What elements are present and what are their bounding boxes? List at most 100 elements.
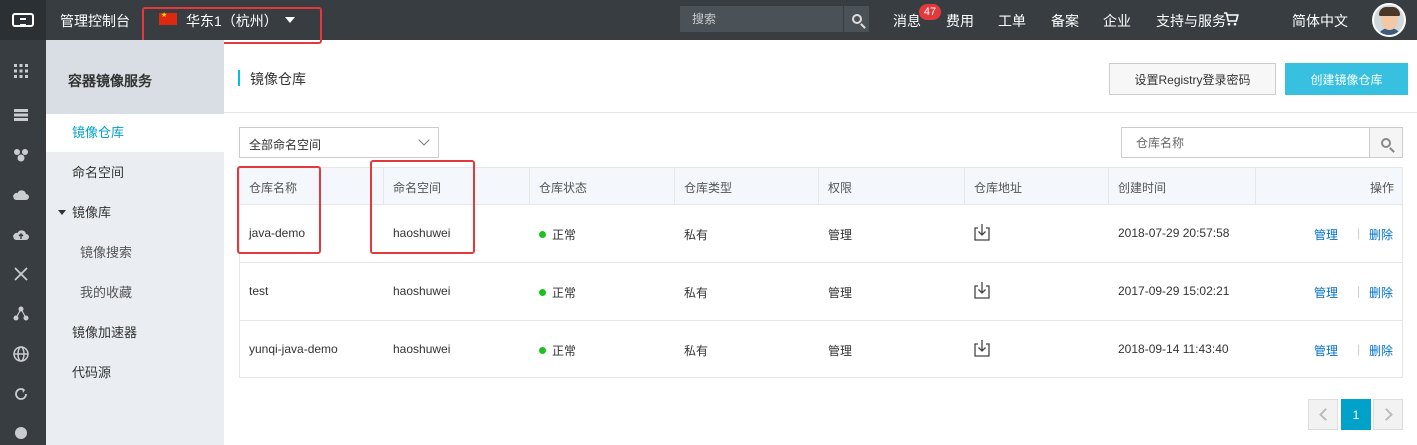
nav-support[interactable]: 支持与服务: [1156, 11, 1226, 31]
cloud-upload-icon[interactable]: [12, 226, 30, 244]
logo-icon: [12, 13, 34, 27]
network-icon[interactable]: [12, 265, 30, 283]
create-repository-button[interactable]: 创建镜像仓库: [1285, 63, 1408, 95]
server-icon[interactable]: [12, 106, 30, 124]
status-text: 正常: [552, 286, 577, 300]
cart-icon[interactable]: [1223, 11, 1239, 27]
messages-badge: 47: [919, 4, 941, 20]
download-icon[interactable]: [973, 280, 991, 300]
header-divider: [224, 112, 1417, 113]
column-divider: [674, 168, 675, 205]
delete-link[interactable]: 删除: [1369, 342, 1393, 359]
delete-link[interactable]: 删除: [1369, 226, 1393, 243]
globe-icon[interactable]: [12, 345, 30, 363]
column-divider: [529, 168, 530, 205]
download-icon[interactable]: [973, 338, 991, 358]
search-icon: [1381, 137, 1391, 148]
sidebar-item-favorites[interactable]: 我的收藏: [46, 274, 224, 312]
sidebar-item-accelerator[interactable]: 镜像加速器: [46, 314, 224, 352]
repo-created-time: 2018-09-14 11:43:40: [1118, 342, 1229, 356]
nav-icp[interactable]: 备案: [1051, 11, 1079, 31]
repo-type: 私有: [684, 286, 709, 300]
global-search-button[interactable]: [843, 6, 869, 32]
sidebar-item-image-library[interactable]: 镜像库: [46, 194, 224, 232]
repo-permission: 管理: [828, 344, 853, 358]
nav-language[interactable]: 简体中文: [1292, 11, 1348, 31]
sidebar-item-repositories[interactable]: 镜像仓库: [46, 114, 224, 152]
download-icon[interactable]: [973, 222, 991, 242]
manage-link[interactable]: 管理: [1314, 284, 1338, 301]
repo-namespace: haoshuwei: [393, 342, 451, 356]
column-divider: [1255, 168, 1256, 205]
page-title: 镜像仓库: [250, 71, 306, 87]
global-search: [680, 6, 869, 32]
status-ok-icon: [539, 347, 546, 355]
nodes-icon[interactable]: [12, 305, 30, 323]
column-divider: [818, 168, 819, 205]
table-row: yunqi-java-demo haoshuwei 正常 私有 管理 2018-…: [240, 321, 1402, 379]
aliyun-logo[interactable]: [0, 0, 46, 40]
repo-name[interactable]: yunqi-java-demo: [249, 342, 338, 356]
top-bar: 管理控制台 华东1（杭州） 消息 47 费用 工单 备案 企业 支持与服务 简体…: [0, 0, 1417, 44]
sidebar-header: 容器镜像服务: [46, 40, 224, 114]
repo-namespace: haoshuwei: [393, 284, 451, 298]
product-icon-rail: [0, 40, 46, 445]
manage-link[interactable]: 管理: [1314, 342, 1338, 359]
repo-search-input[interactable]: [1122, 128, 1370, 157]
namespace-select[interactable]: 全部命名空间: [239, 127, 439, 158]
caret-down-icon: [58, 210, 66, 216]
delete-link[interactable]: 删除: [1369, 284, 1393, 301]
column-header-actions: 操作: [1370, 181, 1395, 195]
sidebar-title: 容器镜像服务: [68, 73, 152, 89]
repo-created-time: 2017-09-29 15:02:21: [1118, 284, 1230, 298]
global-search-input[interactable]: [680, 6, 843, 32]
next-page-button[interactable]: [1373, 399, 1403, 430]
circle-icon[interactable]: [12, 424, 30, 442]
action-separator: |: [1357, 284, 1361, 298]
status-ok-icon: [539, 289, 546, 297]
repo-created-time: 2018-07-29 20:57:58: [1118, 226, 1230, 240]
chevron-right-icon: [1379, 408, 1393, 421]
console-title[interactable]: 管理控制台: [60, 11, 130, 31]
column-header-type: 仓库类型: [684, 181, 733, 195]
cluster-icon[interactable]: [12, 146, 30, 164]
repo-type: 私有: [684, 228, 709, 242]
namespace-column-highlight-box: [370, 160, 475, 254]
grid-icon[interactable]: [12, 62, 30, 80]
column-divider: [964, 168, 965, 205]
repo-status: 正常: [539, 226, 576, 243]
cloud-icon[interactable]: [12, 186, 30, 204]
status-text: 正常: [552, 228, 577, 242]
status-text: 正常: [552, 344, 577, 358]
column-header-created: 创建时间: [1118, 181, 1167, 195]
avatar-hair: [1379, 7, 1400, 16]
repo-search-button[interactable]: [1369, 128, 1402, 157]
user-avatar[interactable]: [1372, 3, 1406, 37]
sidebar-item-code-source[interactable]: 代码源: [46, 354, 224, 392]
nav-tickets[interactable]: 工单: [998, 11, 1026, 31]
nav-messages[interactable]: 消息: [893, 11, 921, 31]
prev-page-button[interactable]: [1308, 399, 1338, 430]
repo-permission: 管理: [828, 228, 853, 242]
repo-name[interactable]: test: [249, 284, 268, 298]
repo-permission: 管理: [828, 286, 853, 300]
sidebar-item-image-search[interactable]: 镜像搜索: [46, 234, 224, 272]
repo-type: 私有: [684, 344, 709, 358]
set-registry-password-button[interactable]: 设置Registry登录密码: [1109, 63, 1276, 95]
nav-billing[interactable]: 费用: [946, 11, 974, 31]
sidebar-item-namespaces[interactable]: 命名空间: [46, 154, 224, 192]
table-row: test haoshuwei 正常 私有 管理 2017-09-29 15:02…: [240, 263, 1402, 321]
repo-status: 正常: [539, 284, 576, 301]
column-header-address: 仓库地址: [974, 181, 1023, 195]
refresh-icon[interactable]: [12, 385, 30, 403]
page-1-button[interactable]: 1: [1341, 399, 1371, 430]
action-separator: |: [1357, 342, 1361, 356]
repo-search: [1121, 127, 1403, 158]
chevron-down-icon: [418, 134, 430, 146]
action-separator: |: [1357, 226, 1361, 240]
service-sidebar: 容器镜像服务 镜像仓库 命名空间 镜像库 镜像搜索 我的收藏 镜像加速器 代码源: [46, 40, 224, 445]
column-divider: [1108, 168, 1109, 205]
manage-link[interactable]: 管理: [1314, 226, 1338, 243]
nav-enterprise[interactable]: 企业: [1103, 11, 1131, 31]
status-ok-icon: [539, 231, 546, 239]
